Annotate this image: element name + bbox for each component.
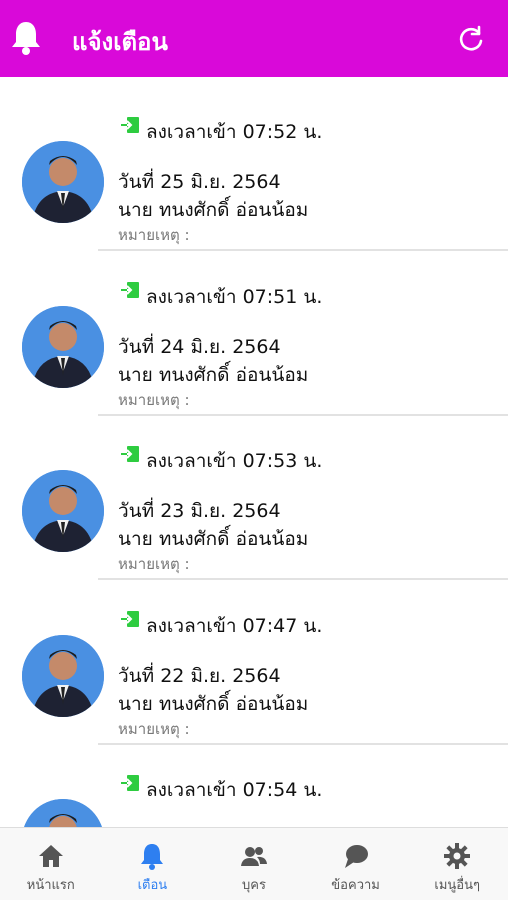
people-icon xyxy=(240,847,267,866)
list-item[interactable]: ลงเวลาเข้า 07:54 น. xyxy=(0,735,508,827)
avatar xyxy=(22,141,104,223)
login-icon xyxy=(121,611,139,627)
tab-label: หน้าแรก xyxy=(26,878,75,893)
checkin-date: วันที่ 25 มิ.ย. 2564 xyxy=(118,171,281,193)
tab-label: เตือน xyxy=(137,878,168,893)
person-name: นาย ทนงศักดิ์ อ่อนน้อม xyxy=(118,199,309,221)
login-icon xyxy=(121,117,139,133)
checkin-date: วันที่ 22 มิ.ย. 2564 xyxy=(118,665,281,687)
tab-notifications[interactable]: เตือน xyxy=(102,828,204,900)
bottom-tab-bar: หน้าแรก เตือน บุคร ข้อความ เมนูอื่นๆ xyxy=(0,827,508,900)
gear-icon xyxy=(444,843,471,869)
checkin-date: วันที่ 24 มิ.ย. 2564 xyxy=(118,336,281,358)
list-item[interactable]: ลงเวลาเข้า 07:52 น. วันที่ 25 มิ.ย. 2564… xyxy=(0,77,508,251)
list-item[interactable]: ลงเวลาเข้า 07:53 น. วันที่ 23 มิ.ย. 2564… xyxy=(0,406,508,580)
person-name: นาย ทนงศักดิ์ อ่อนน้อม xyxy=(118,693,309,715)
tab-messages[interactable]: ข้อความ xyxy=(305,828,407,900)
refresh-icon[interactable] xyxy=(456,24,486,54)
avatar xyxy=(22,799,104,827)
login-icon xyxy=(121,775,139,791)
tab-home[interactable]: หน้าแรก xyxy=(0,828,102,900)
list-item[interactable]: ลงเวลาเข้า 07:47 น. วันที่ 22 มิ.ย. 2564… xyxy=(0,571,508,745)
person-name: นาย ทนงศักดิ์ อ่อนน้อม xyxy=(118,528,309,550)
page-title: แจ้งเตือน xyxy=(72,28,168,56)
list-item[interactable]: ลงเวลาเข้า 07:51 น. วันที่ 24 มิ.ย. 2564… xyxy=(0,242,508,416)
avatar xyxy=(22,635,104,717)
app-header: แจ้งเตือน xyxy=(0,0,508,77)
home-icon xyxy=(38,845,63,867)
checkin-time: ลงเวลาเข้า 07:47 น. xyxy=(146,615,323,637)
bell-icon xyxy=(141,844,164,870)
person-name: นาย ทนงศักดิ์ อ่อนน้อม xyxy=(118,364,309,386)
login-icon xyxy=(121,446,139,462)
avatar xyxy=(22,470,104,552)
bell-icon xyxy=(12,22,40,55)
login-icon xyxy=(121,282,139,298)
avatar xyxy=(22,306,104,388)
chat-icon xyxy=(344,845,368,868)
tab-label: เมนูอื่นๆ xyxy=(434,878,480,893)
checkin-date: วันที่ 23 มิ.ย. 2564 xyxy=(118,500,281,522)
checkin-time: ลงเวลาเข้า 07:52 น. xyxy=(146,121,323,143)
checkin-time: ลงเวลาเข้า 07:51 น. xyxy=(146,286,323,308)
tab-label: ข้อความ xyxy=(331,878,380,893)
notification-list[interactable]: ลงเวลาเข้า 07:52 น. วันที่ 25 มิ.ย. 2564… xyxy=(0,77,508,827)
checkin-time: ลงเวลาเข้า 07:54 น. xyxy=(146,779,323,801)
tab-more[interactable]: เมนูอื่นๆ xyxy=(406,828,508,900)
checkin-time: ลงเวลาเข้า 07:53 น. xyxy=(146,450,323,472)
tab-label: บุคร xyxy=(242,878,266,893)
tab-people[interactable]: บุคร xyxy=(203,828,305,900)
